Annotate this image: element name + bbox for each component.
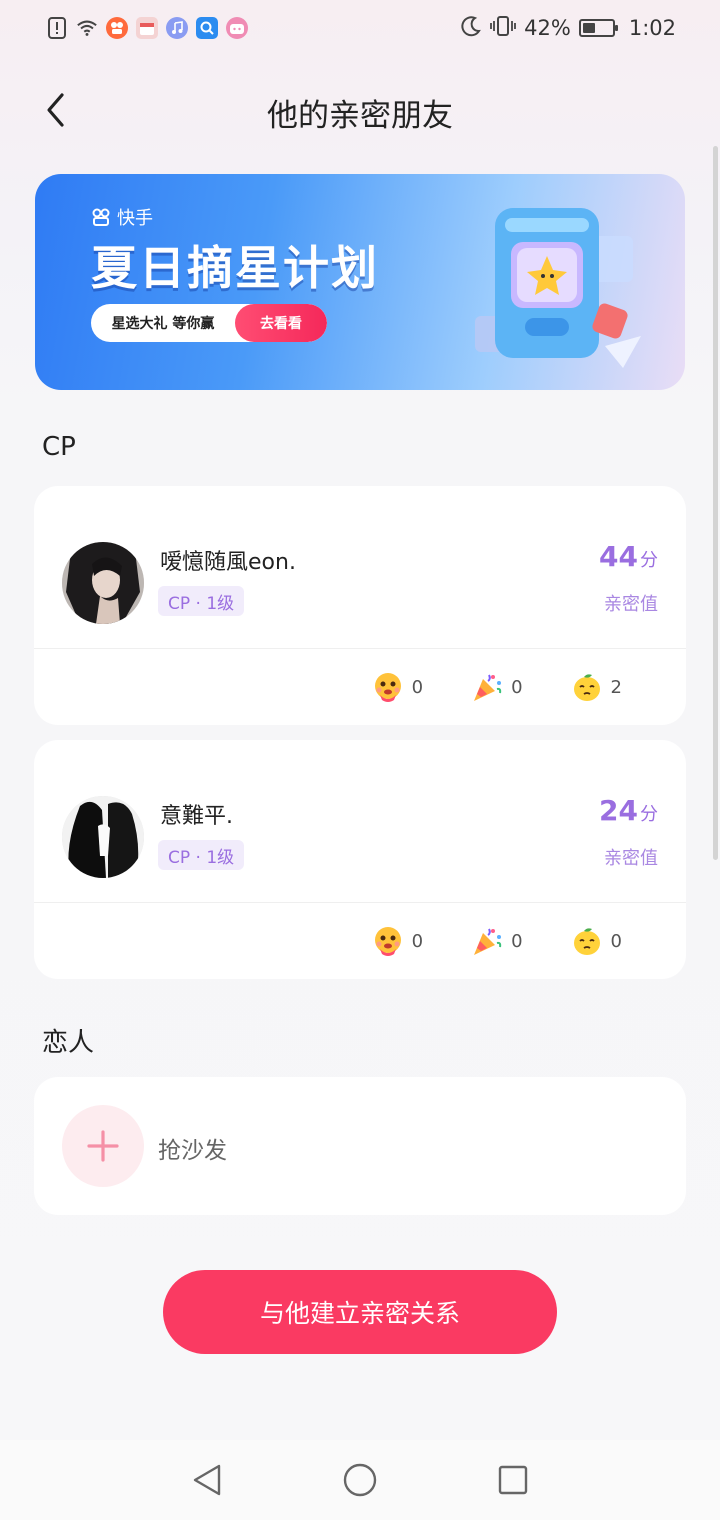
back-nav-icon (193, 1464, 220, 1496)
intimacy-score-label: 亲密值 (604, 594, 658, 615)
avatar[interactable] (62, 542, 144, 624)
bilibili-icon (226, 17, 248, 39)
cp-section-label: CP (42, 432, 76, 462)
banner-pill: 星选大礼 等你赢 去看看 (91, 304, 327, 342)
lover-card[interactable]: 抢沙发 (34, 1077, 686, 1215)
intimacy-score-value: 44 (599, 540, 638, 573)
lover-empty-text: 抢沙发 (158, 1138, 227, 1164)
friend-card[interactable]: 意難平. CP · 1级 24 分 亲密值 0 0 0 (34, 740, 686, 979)
scrollbar[interactable] (713, 146, 718, 860)
reaction-hug[interactable]: 0 (372, 671, 423, 703)
plus-icon (87, 1130, 119, 1162)
clock: 1:02 (628, 16, 676, 40)
promo-banner[interactable]: 快手 夏日摘星计划 星选大礼 等你赢 去看看 (35, 174, 685, 390)
friend-name[interactable]: 嗳憶随風eon. (160, 544, 296, 576)
calendar-icon (136, 17, 158, 39)
intimacy-score: 44 分 (599, 540, 658, 573)
hug-emoji-icon (374, 927, 401, 956)
friend-card-reactions: 0 0 2 (34, 649, 686, 725)
cp-level-badge: CP · 1级 (158, 586, 245, 616)
header: 他的亲密朋友 (0, 76, 720, 146)
nav-back-button[interactable] (187, 1460, 227, 1500)
friend-card[interactable]: 嗳憶随風eon. CP · 1级 44 分 亲密值 0 0 2 (34, 486, 686, 725)
reaction-count: 2 (610, 676, 622, 698)
status-bar-right: 42% 1:02 (460, 15, 676, 42)
banner-pill-text: 星选大礼 等你赢 (111, 316, 215, 332)
battery-level-fill (582, 23, 595, 33)
battery-percent: 42% (524, 16, 571, 40)
gift-machine-illustration (475, 208, 641, 368)
nav-recents-button[interactable] (493, 1460, 533, 1500)
reaction-lemon[interactable]: 0 (571, 925, 622, 957)
party-popper-icon (474, 674, 502, 701)
banner-logo: 快手 (91, 204, 153, 230)
friend-card-top: 意難平. CP · 1级 24 分 亲密值 (34, 740, 686, 902)
banner-logo-text: 快手 (117, 208, 153, 229)
reaction-party[interactable]: 0 (471, 671, 523, 703)
reaction-list: 0 0 2 (372, 671, 622, 703)
search-app-icon (196, 17, 218, 39)
banner-go-button[interactable]: 去看看 (235, 304, 327, 342)
add-lover-button[interactable] (62, 1105, 144, 1187)
moon-icon (460, 15, 482, 42)
friend-name[interactable]: 意難平. (160, 798, 233, 830)
kuaishou-icon (106, 17, 128, 39)
reaction-hug[interactable]: 0 (372, 925, 423, 957)
intimacy-score-label: 亲密值 (604, 848, 658, 869)
alert-icon (46, 17, 68, 39)
reaction-count: 0 (610, 930, 622, 952)
reaction-lemon[interactable]: 2 (571, 671, 622, 703)
intimacy-score-value: 24 (599, 794, 638, 827)
screen: 42% 1:02 他的亲密朋友 快手 夏日摘星计划 星选大礼 等你赢 去看看 C… (0, 0, 720, 1520)
intimacy-score-unit: 分 (640, 550, 658, 571)
recents-nav-icon (499, 1465, 528, 1495)
reaction-count: 0 (411, 930, 424, 952)
reaction-count: 0 (511, 930, 523, 952)
lemon-emoji-icon (573, 674, 600, 701)
intimacy-score-unit: 分 (640, 804, 658, 825)
friend-card-reactions: 0 0 0 (34, 903, 686, 979)
status-bar: 42% 1:02 (0, 0, 720, 56)
hug-emoji-icon (374, 673, 401, 702)
kuaishou-logo-icon (92, 208, 110, 226)
system-nav-bar (0, 1440, 720, 1520)
reaction-count: 0 (511, 676, 523, 698)
avatar[interactable] (62, 796, 144, 878)
reaction-party[interactable]: 0 (471, 925, 523, 957)
lemon-emoji-icon (573, 928, 600, 955)
vibrate-icon (490, 15, 517, 42)
status-bar-left (46, 17, 248, 39)
home-nav-icon (343, 1463, 377, 1497)
build-relationship-button[interactable]: 与他建立亲密关系 (163, 1270, 557, 1354)
reaction-list: 0 0 0 (372, 925, 622, 957)
party-popper-icon (474, 928, 502, 955)
intimacy-score: 24 分 (599, 794, 658, 827)
banner-title: 夏日摘星计划 (91, 241, 379, 295)
music-icon (166, 17, 188, 39)
reaction-count: 0 (411, 676, 424, 698)
friend-card-top: 嗳憶随風eon. CP · 1级 44 分 亲密值 (34, 486, 686, 648)
page-title: 他的亲密朋友 (267, 98, 453, 134)
battery-icon (578, 19, 618, 37)
lover-section-label: 恋人 (42, 1028, 95, 1058)
wifi-icon (76, 17, 98, 39)
nav-home-button[interactable] (340, 1460, 380, 1500)
cp-level-badge: CP · 1级 (158, 840, 245, 870)
